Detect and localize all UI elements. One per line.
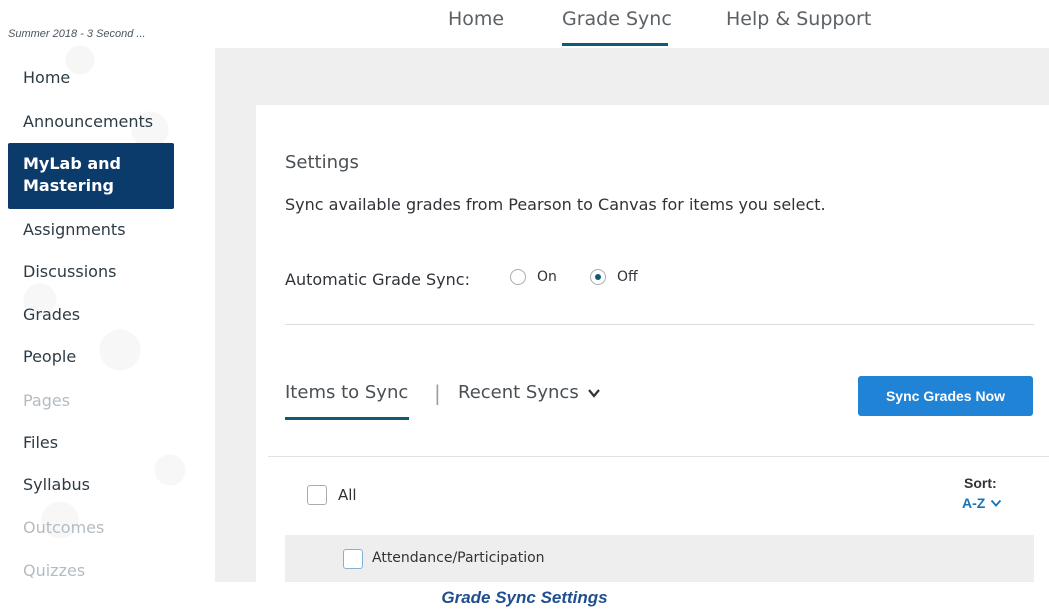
tab-separator: | [434,381,441,405]
list-item[interactable]: Attendance/Participation [285,535,1034,582]
list-top-border [268,456,1049,457]
automatic-grade-sync-label: Automatic Grade Sync: [285,270,470,289]
sidebar-item-syllabus[interactable]: Syllabus [8,475,174,495]
recent-syncs-label: Recent Syncs [458,382,579,403]
sort-dropdown[interactable]: A-Z [962,495,1002,511]
sidebar-item-discussions[interactable]: Discussions [8,262,174,282]
item-label: Attendance/Participation [372,550,545,566]
grade-sync-panel: Settings Sync available grades from Pear… [256,105,1049,582]
settings-heading: Settings [285,152,359,173]
radio-off-label: Off [617,269,638,285]
figure-caption: Grade Sync Settings [441,588,608,607]
tab-home[interactable]: Home [448,8,504,30]
sidebar-item-grades[interactable]: Grades [8,305,174,325]
top-navigation: Home Grade Sync Help & Support [215,0,1049,48]
sidebar-item-label-line1: MyLab and [23,154,122,173]
settings-description: Sync available grades from Pearson to Ca… [285,195,826,214]
sidebar-item-label-line2: Mastering [23,176,114,195]
selected-tab-indicator [562,43,668,46]
radio-off[interactable] [590,269,606,285]
select-all-checkbox[interactable] [307,485,327,505]
sort-label: Sort: [964,475,997,491]
radio-on[interactable] [510,269,526,285]
radio-on-label: On [537,269,557,285]
sidebar-item-outcomes: Outcomes [23,518,105,537]
sidebar-item-pages: Pages [23,391,71,410]
chevron-down-icon [587,388,600,398]
section-divider [285,324,1034,325]
course-title[interactable]: Summer 2018 - 3 Second ... [8,28,146,40]
items-to-sync-indicator [285,417,409,420]
tab-items-to-sync[interactable]: Items to Sync [285,382,408,403]
sync-grades-now-button[interactable]: Sync Grades Now [858,376,1033,416]
sidebar-item-announcements[interactable]: Announcements [8,112,174,132]
sidebar-item-mylab-and-mastering[interactable]: MyLab and Mastering [8,143,174,209]
course-navigation-sidebar: Summer 2018 - 3 Second ... Home Announce… [0,0,215,582]
tab-help-support[interactable]: Help & Support [726,8,871,30]
sidebar-item-files[interactable]: Files [8,433,174,453]
tab-recent-syncs[interactable]: Recent Syncs [458,382,601,403]
sidebar-item-home[interactable]: Home [8,68,174,88]
sidebar-item-quizzes: Quizzes [23,561,86,580]
sort-value: A-Z [962,495,986,511]
select-all-label: All [338,486,357,504]
tab-grade-sync[interactable]: Grade Sync [562,8,672,30]
sidebar-item-people[interactable]: People [8,347,174,367]
auto-sync-on-option[interactable]: On [510,269,557,285]
chevron-down-icon [991,499,1002,507]
auto-sync-off-option[interactable]: Off [590,269,638,285]
sidebar-item-assignments[interactable]: Assignments [8,220,174,240]
item-checkbox[interactable] [343,549,363,569]
